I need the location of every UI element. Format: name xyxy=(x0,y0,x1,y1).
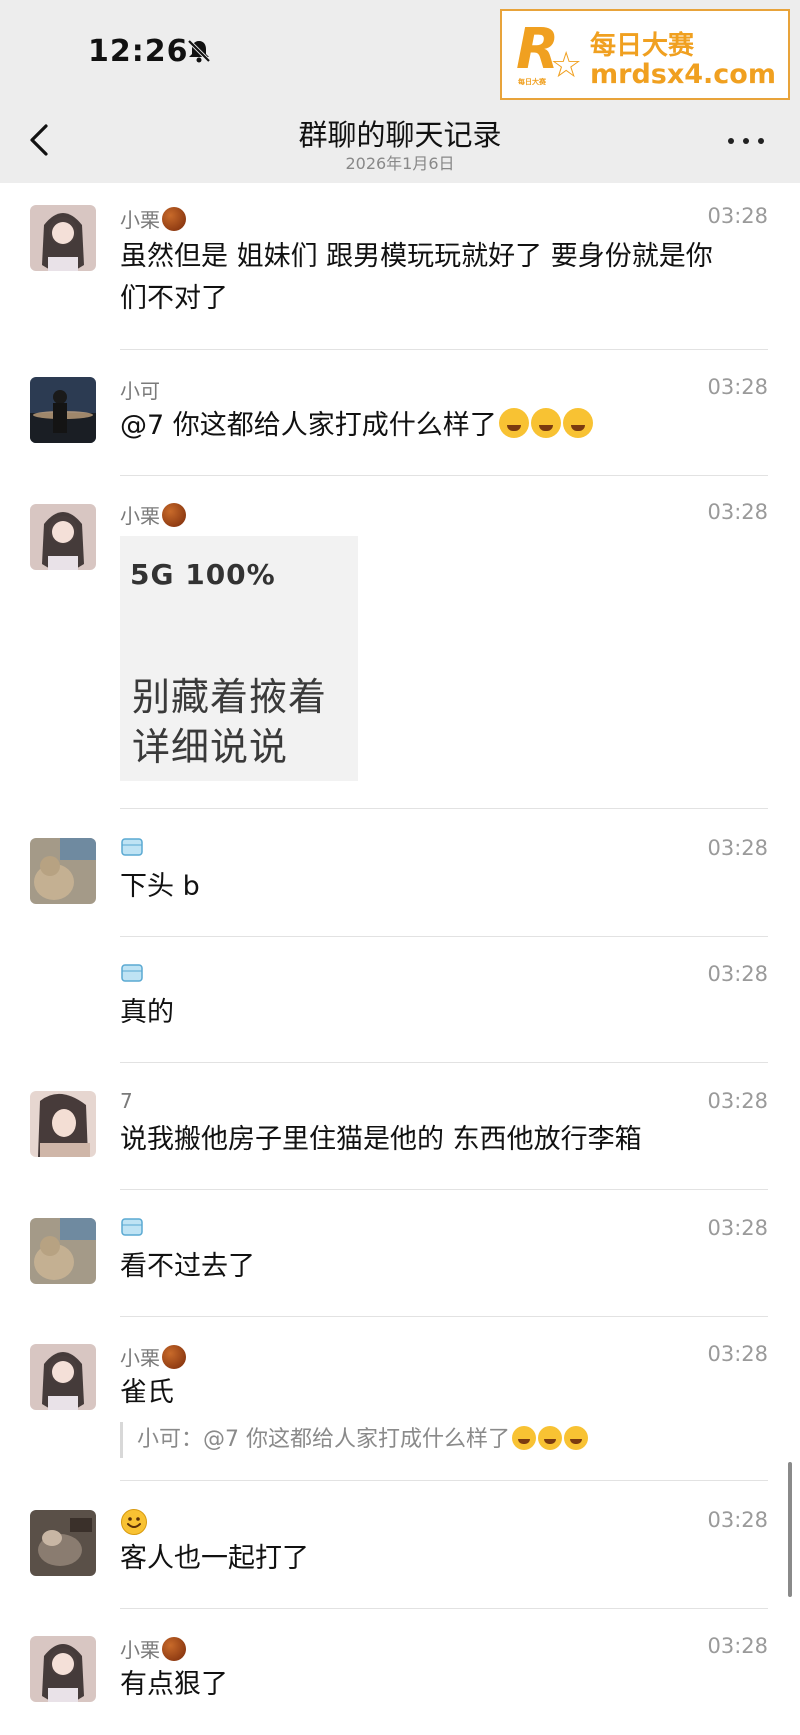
ball-icon xyxy=(162,503,186,527)
message-body: @7 你这都给人家打成什么样了 xyxy=(120,410,497,441)
laugh-cry-emoji-icon xyxy=(498,408,529,438)
sender-name: 小栗 xyxy=(120,1634,186,1663)
message-time: 03:28 xyxy=(707,204,768,228)
avatar[interactable] xyxy=(30,1218,96,1284)
message-time: 03:28 xyxy=(707,375,768,399)
avatar[interactable] xyxy=(30,1091,96,1157)
message-text[interactable]: 虽然但是 姐妹们 跟男模玩玩就好了 要身份就是你 们不对了 xyxy=(120,236,770,320)
sender-name xyxy=(120,1216,144,1240)
message-text[interactable]: 说我搬他房子里住猫是他的 东西他放行李箱 xyxy=(120,1119,770,1161)
image-caption-line: 详细说说 xyxy=(132,725,289,769)
page-title: 群聊的聊天记录 xyxy=(298,118,502,152)
divider xyxy=(120,808,768,809)
message-line: 虽然但是 姐妹们 跟男模玩玩就好了 要身份就是你 xyxy=(120,241,713,272)
laugh-cry-emoji-icon xyxy=(562,408,593,438)
message-text[interactable]: 看不过去了 xyxy=(120,1246,770,1288)
avatar[interactable] xyxy=(30,1636,96,1702)
avatar[interactable] xyxy=(30,377,96,443)
message-text[interactable]: 下头 b xyxy=(120,866,770,908)
ball-icon xyxy=(162,1345,186,1369)
message-time: 03:28 xyxy=(707,1342,768,1366)
message-text[interactable]: 真的 xyxy=(120,992,770,1034)
watermark-url: mrdsx4.com xyxy=(590,59,776,90)
message-text[interactable]: 雀氏 xyxy=(120,1372,770,1414)
avatar[interactable] xyxy=(30,205,96,271)
message-text[interactable]: 客人也一起打了 xyxy=(120,1538,770,1580)
avatar[interactable] xyxy=(30,1510,96,1576)
message-time: 03:28 xyxy=(707,500,768,524)
more-options-icon[interactable] xyxy=(726,128,766,152)
image-status-text: 5G 100% xyxy=(130,558,276,591)
sender-name: 7 xyxy=(120,1089,133,1113)
sender-name: 小可 xyxy=(120,379,160,403)
avatar[interactable] xyxy=(30,1344,96,1410)
divider xyxy=(120,936,768,937)
laugh-cry-emoji-icon xyxy=(564,1426,588,1450)
ball-icon xyxy=(162,1637,186,1661)
divider xyxy=(120,349,768,350)
laugh-cry-emoji-icon xyxy=(512,1426,536,1450)
avatar[interactable] xyxy=(30,838,96,904)
message-text[interactable]: 有点狠了 xyxy=(120,1664,770,1706)
laugh-cry-emoji-icon xyxy=(530,408,561,438)
sender-label: 小栗 xyxy=(120,208,160,232)
nav-header: 12:26 R ☆ 每日大赛 每日大赛 mrdsx4.com 群聊的聊天记录 202… xyxy=(0,0,800,183)
message-time: 03:28 xyxy=(707,962,768,986)
sender-label: 小栗 xyxy=(120,1638,160,1662)
scrollbar[interactable] xyxy=(788,1462,792,1597)
message-text[interactable]: @7 你这都给人家打成什么样了 xyxy=(120,405,770,447)
ball-icon xyxy=(162,207,186,231)
watermark-logo: R ☆ 每日大赛 每日大赛 mrdsx4.com xyxy=(500,9,790,100)
sender-name xyxy=(120,1508,148,1536)
sender-label: 小栗 xyxy=(120,504,160,528)
message-time: 03:28 xyxy=(707,1216,768,1240)
smiley-emoji-icon xyxy=(121,1509,147,1535)
sender-name xyxy=(120,836,144,860)
laugh-cry-emoji-icon xyxy=(538,1426,562,1450)
quoted-message[interactable]: 小可：@7 你这都给人家打成什么样了 xyxy=(120,1422,770,1458)
sender-name: 小栗 xyxy=(120,500,186,529)
avatar[interactable] xyxy=(30,504,96,570)
divider xyxy=(120,1316,768,1317)
message-time: 03:28 xyxy=(707,1089,768,1113)
quote-text: 小可：@7 你这都给人家打成什么样了 xyxy=(137,1427,510,1452)
sender-name: 小栗 xyxy=(120,1342,186,1371)
status-time: 12:26 xyxy=(88,34,189,69)
image-caption-line: 别藏着掖着 xyxy=(132,675,328,719)
message-line: 们不对了 xyxy=(120,283,228,314)
message-time: 03:28 xyxy=(707,1634,768,1658)
bell-muted-icon xyxy=(187,39,211,63)
sender-label: 小栗 xyxy=(120,1346,160,1370)
ice-cube-icon xyxy=(121,838,143,856)
ice-cube-icon xyxy=(121,1218,143,1236)
page-date: 2026年1月6日 xyxy=(345,154,455,173)
watermark-title: 每日大赛 xyxy=(590,31,695,61)
watermark-r-icon: R ☆ 每日大赛 xyxy=(516,17,583,86)
divider xyxy=(120,1480,768,1481)
divider xyxy=(120,1062,768,1063)
divider xyxy=(120,475,768,476)
sender-name: 小栗 xyxy=(120,204,186,233)
ice-cube-icon xyxy=(121,964,143,982)
message-time: 03:28 xyxy=(707,1508,768,1532)
sender-name xyxy=(120,962,144,986)
message-time: 03:28 xyxy=(707,836,768,860)
meme-image[interactable]: 5G 100% 别藏着掖着 详细说说 xyxy=(120,536,358,781)
divider xyxy=(120,1608,768,1609)
divider xyxy=(120,1189,768,1190)
